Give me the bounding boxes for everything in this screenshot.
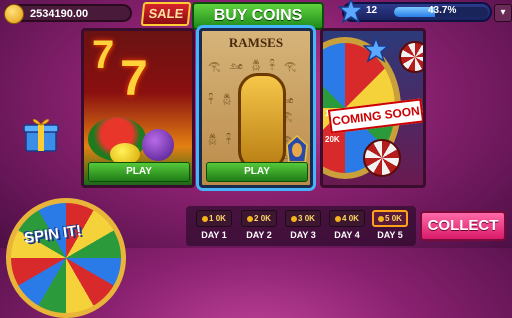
buy-coins-button[interactable]: BUY COINS	[192, 2, 324, 30]
spin-wheel-icon[interactable]	[6, 198, 126, 318]
hieroglyph-pattern: 𓋹 𓆣	[208, 95, 235, 106]
day-label: DAY 3	[290, 230, 316, 240]
coin-icon	[335, 215, 342, 222]
level-number: 12	[366, 5, 378, 16]
hieroglyph-pattern: 𓂀 𓃭 𓆣 𓋹 𓂀	[208, 61, 300, 72]
day-label: DAY 1	[201, 230, 227, 240]
play-button[interactable]: PLAY	[206, 162, 308, 182]
menu-icon: ▾	[500, 7, 506, 18]
lucky-seven-graphic: 7	[120, 50, 148, 106]
hieroglyph-pattern: 𓆣 𓋹	[208, 135, 235, 146]
casino-chip-graphic	[363, 139, 401, 177]
game-card-fruits[interactable]: 7 7 PLAY	[81, 28, 195, 188]
star-icon	[363, 37, 389, 63]
gift-icon[interactable]	[22, 115, 60, 153]
top-bar: 2534190.00 SALE BUY COINS 12 43.7% ▾	[0, 0, 512, 30]
day-reward: 5 0K	[372, 210, 408, 227]
day-label: DAY 5	[377, 230, 403, 240]
day-reward: 3 0K	[285, 210, 321, 227]
level-progress-bar: 12 43.7%	[338, 0, 492, 24]
day-label: DAY 2	[246, 230, 272, 240]
day-label: DAY 4	[334, 230, 360, 240]
coin-icon	[4, 4, 24, 24]
daily-bonus-panel: 1 0K DAY 1 2 0K DAY 2 3 0K DAY 3 4 0K DA…	[186, 206, 416, 246]
game-card-coming-soon: 10K 20K COMING SOON	[320, 28, 426, 188]
cartouche-graphic	[238, 73, 286, 171]
coin-icon	[378, 215, 385, 222]
day-reward: 4 0K	[329, 210, 365, 227]
grapes-graphic	[142, 129, 174, 161]
coin-icon	[291, 215, 298, 222]
game-card-ramses[interactable]: RAMSES 𓂀 𓃭 𓆣 𓋹 𓂀 𓋹 𓆣 𓃭 𓂀 𓆣 𓋹 𓂀 𓃭 PLAY	[199, 28, 313, 188]
wheel-label: 20K	[325, 135, 340, 144]
coin-icon	[202, 215, 209, 222]
lucky-seven-graphic: 7	[92, 33, 115, 77]
coin-balance[interactable]: 2534190.00	[4, 4, 132, 24]
pharaoh-mask-icon	[286, 135, 308, 163]
star-icon	[338, 0, 364, 24]
game-title: RAMSES	[228, 35, 284, 50]
menu-button[interactable]: ▾	[494, 4, 512, 22]
level-progress-text: 43.7%	[428, 5, 457, 16]
play-button[interactable]: PLAY	[88, 162, 190, 182]
day-reward: 2 0K	[241, 210, 277, 227]
coin-icon	[247, 215, 254, 222]
coin-balance-value: 2534190.00	[30, 8, 89, 20]
day-reward: 1 0K	[196, 210, 232, 227]
casino-chip-graphic	[399, 41, 423, 73]
collect-button[interactable]: COLLECT	[420, 211, 506, 241]
sale-button[interactable]: SALE	[140, 2, 192, 26]
